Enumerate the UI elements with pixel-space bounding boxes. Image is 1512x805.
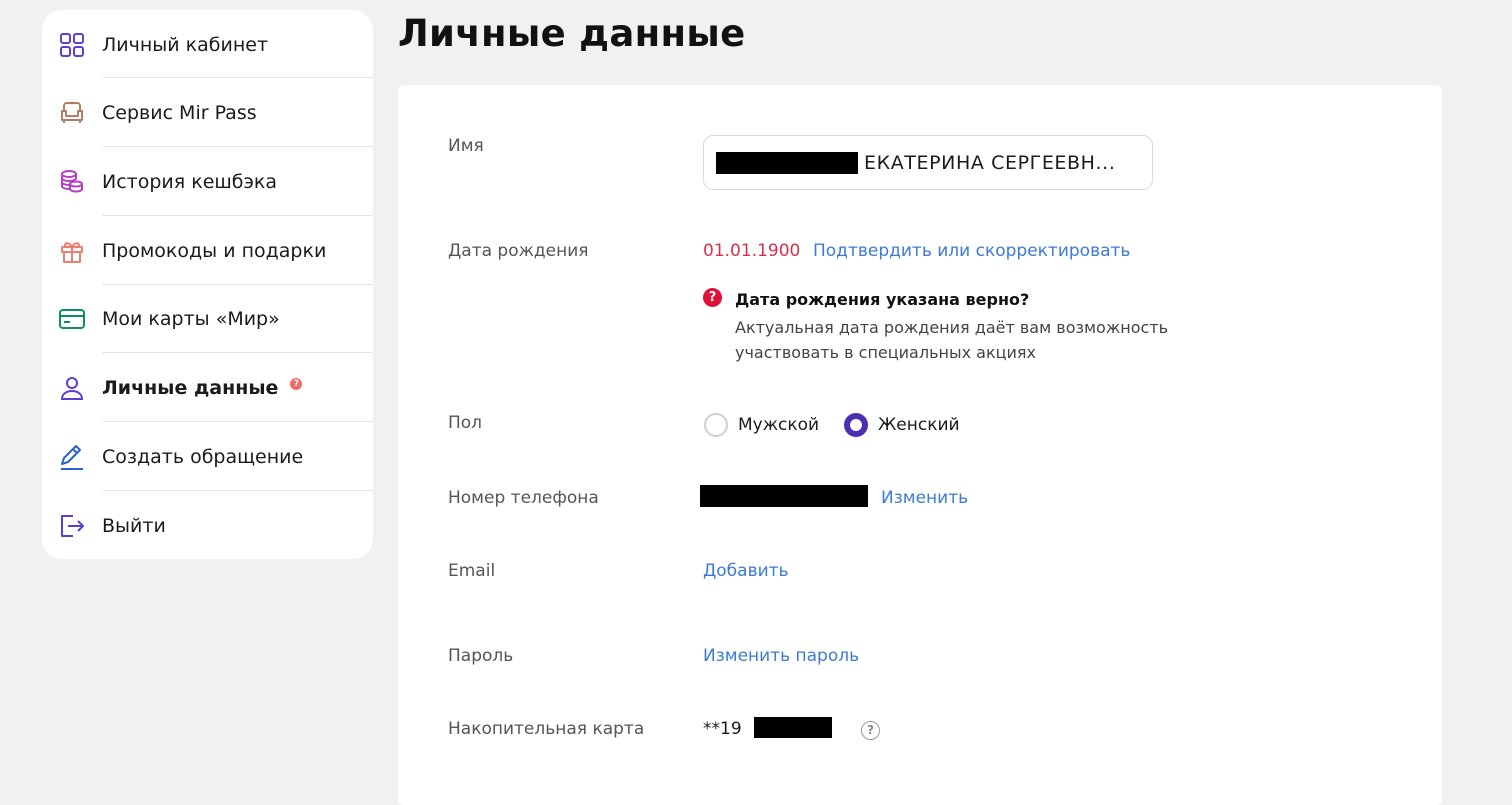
redacted-block (754, 717, 832, 738)
gender-male-radio[interactable] (704, 413, 728, 437)
birth-date-notice-text: Актуальная дата рождения даёт вам возмож… (735, 318, 1169, 362)
sidebar-item-label: Промокоды и подарки (102, 239, 327, 262)
armchair-icon (58, 99, 86, 127)
sidebar-item-logout[interactable]: Выйти (42, 491, 373, 560)
sidebar-item-promocodes[interactable]: Промокоды и подарки (42, 216, 373, 285)
birth-date-label: Дата рождения (448, 241, 589, 261)
sidebar-item-label: Личные данные? (102, 377, 303, 399)
gift-icon (58, 237, 86, 265)
question-alert-icon: ? (703, 288, 722, 307)
sidebar-item-label: Создать обращение (102, 445, 304, 468)
phone-label: Номер телефона (448, 488, 599, 508)
sidebar-item-create-request[interactable]: Создать обращение (42, 422, 373, 491)
card-icon (58, 305, 86, 333)
sidebar-item-mir-pass[interactable]: Сервис Mir Pass (42, 78, 373, 147)
sidebar-item-label: Выйти (102, 514, 166, 537)
sidebar-item-label: Мои карты «Мир» (102, 307, 280, 330)
name-field[interactable]: ЕКАТЕРИНА СЕРГЕЕВН... (703, 135, 1153, 190)
sidebar-item-label: Сервис Mir Pass (102, 101, 257, 124)
coins-icon (58, 168, 86, 196)
gender-female-radio[interactable] (844, 413, 868, 437)
pen-icon (58, 443, 86, 471)
email-label: Email (448, 561, 496, 581)
user-icon (58, 374, 86, 402)
name-value: ЕКАТЕРИНА СЕРГЕЕВН... (864, 151, 1116, 174)
grid-icon (58, 31, 86, 59)
change-password-link[interactable]: Изменить пароль (703, 646, 859, 666)
name-label: Имя (448, 136, 484, 156)
gender-male-label[interactable]: Мужской (738, 415, 819, 435)
logout-icon (58, 512, 86, 540)
sidebar-item-cashback-history[interactable]: История кешбэка (42, 147, 373, 216)
gender-female-label[interactable]: Женский (878, 415, 960, 435)
sidebar-item-label: История кешбэка (102, 170, 278, 193)
add-email-link[interactable]: Добавить (703, 561, 789, 581)
sidebar-item-my-cards[interactable]: Мои карты «Мир» (42, 284, 373, 353)
sidebar-item-label: Личный кабинет (102, 33, 269, 56)
loyalty-card-value: **19 (703, 719, 742, 739)
page-title: Личные данные (398, 12, 746, 55)
sidebar-item-personal-data[interactable]: Личные данные? (42, 353, 373, 422)
help-icon[interactable]: ? (861, 721, 880, 740)
redacted-block (716, 151, 858, 174)
redacted-block (700, 485, 868, 507)
gender-label: Пол (448, 413, 483, 433)
personal-data-card: Имя ЕКАТЕРИНА СЕРГЕЕВН... Дата рождения … (398, 85, 1442, 805)
question-badge-icon: ? (290, 377, 303, 390)
loyalty-card-label: Накопительная карта (448, 719, 645, 739)
change-phone-link[interactable]: Изменить (881, 488, 968, 508)
birth-date-value: 01.01.1900 (703, 241, 801, 261)
birth-date-notice-title: Дата рождения указана верно? (735, 290, 1030, 309)
sidebar: Личный кабинет Сервис Mir Pass История к… (42, 10, 373, 559)
password-label: Пароль (448, 646, 514, 666)
confirm-birth-date-link[interactable]: Подтвердить или скорректировать (813, 241, 1130, 261)
sidebar-item-dashboard[interactable]: Личный кабинет (42, 10, 373, 79)
